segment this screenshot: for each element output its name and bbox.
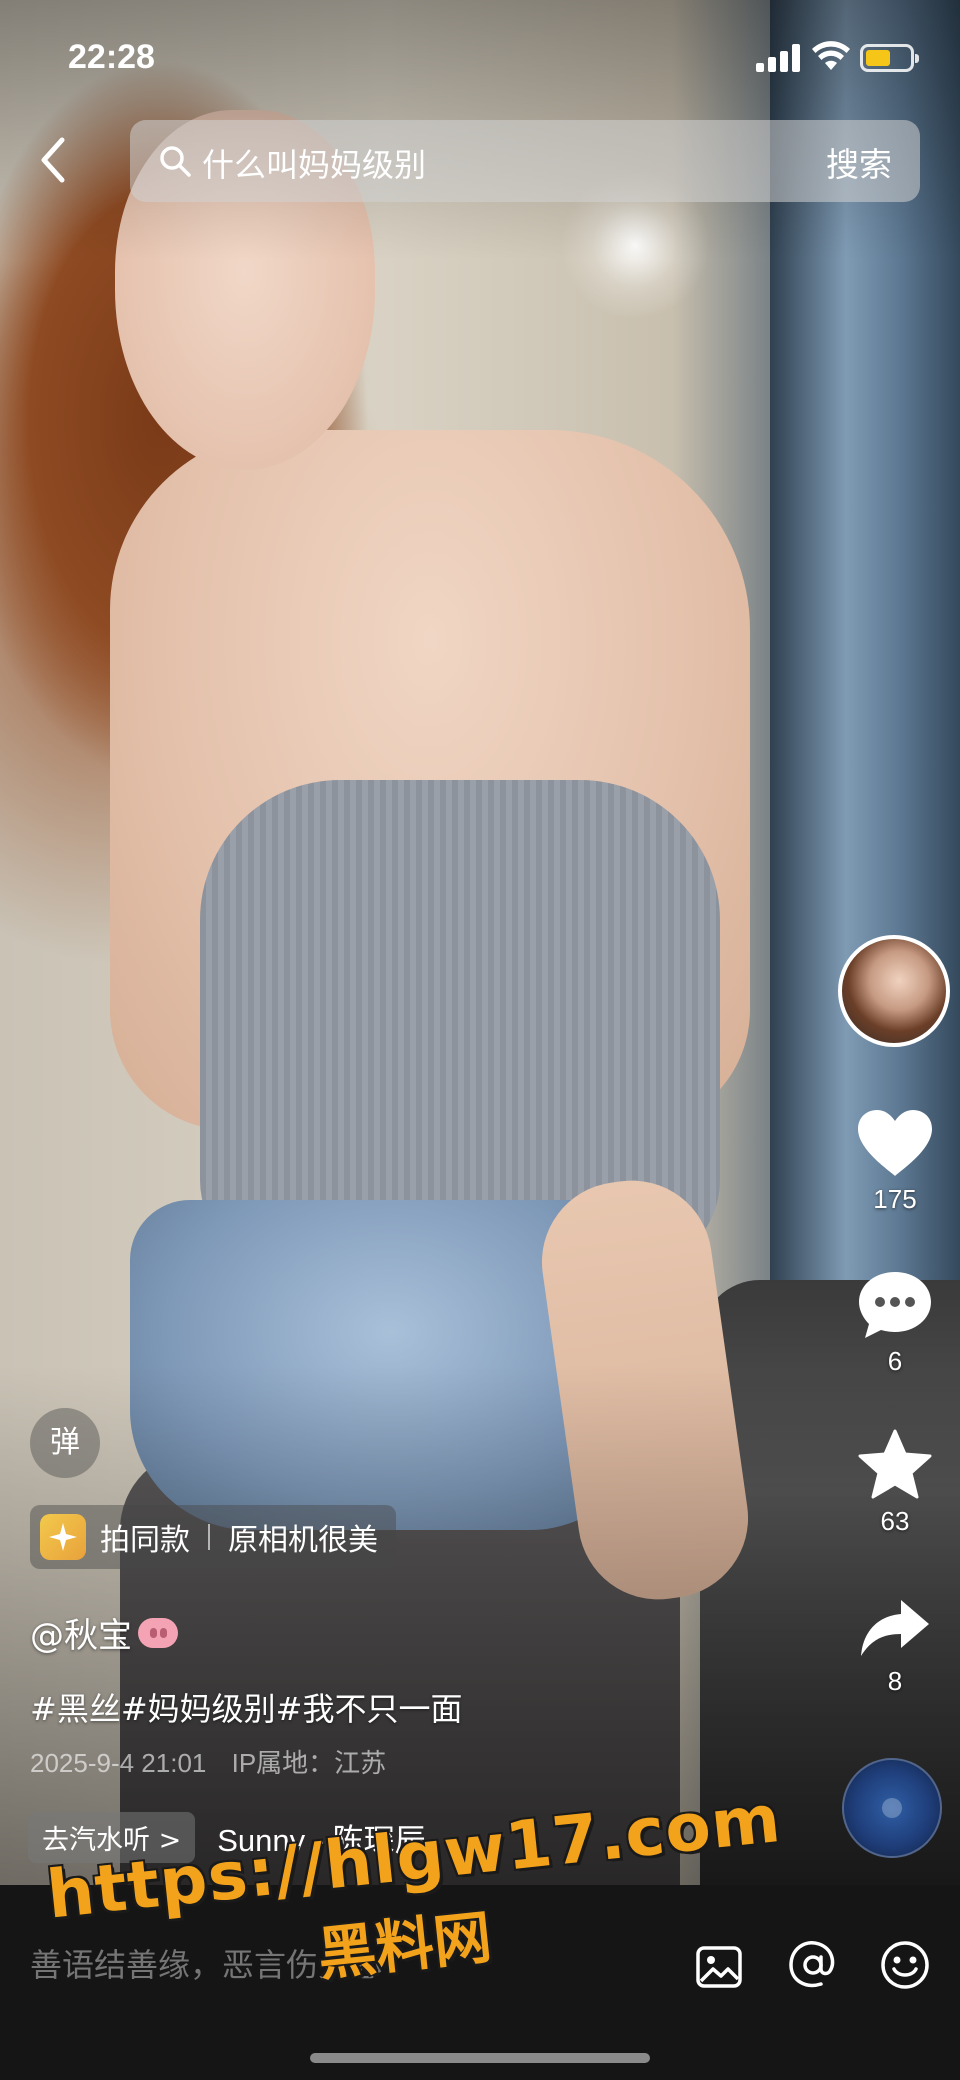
heart-icon: [858, 1110, 932, 1176]
share-arrow-icon: [861, 1600, 929, 1656]
comment-bubble-icon: [859, 1272, 931, 1338]
listen-in-qishui-chip[interactable]: 去汽水听 >: [28, 1812, 196, 1863]
favorite-button[interactable]: 63: [840, 1428, 950, 1537]
video-player[interactable]: [0, 0, 960, 1885]
comment-button[interactable]: 6: [840, 1268, 950, 1377]
home-indicator[interactable]: [310, 2053, 650, 2063]
music-row[interactable]: 去汽水听 > Sunny - 陈琛辰: [28, 1812, 426, 1863]
at-mention-icon[interactable]: [787, 1939, 839, 1991]
search-icon: [160, 146, 191, 177]
wifi-icon: [812, 41, 850, 70]
author-row[interactable]: @秋宝: [30, 1608, 178, 1657]
video-caption[interactable]: #黑丝#妈妈级别#我不只一面: [30, 1684, 462, 1730]
music-disc[interactable]: [842, 1758, 942, 1858]
search-button[interactable]: 搜索: [826, 138, 892, 186]
template-chip[interactable]: 拍同款 原相机很美: [30, 1505, 396, 1569]
battery-level: [866, 50, 890, 66]
author-name[interactable]: @秋宝: [30, 1608, 132, 1657]
battery-icon: [860, 44, 919, 72]
template-effect-label: 原相机很美: [228, 1523, 378, 1558]
share-button[interactable]: 8: [840, 1596, 950, 1697]
status-bar: 22:28: [0, 0, 960, 110]
like-button[interactable]: 175: [840, 1108, 950, 1215]
image-icon[interactable]: [695, 1943, 743, 1991]
creator-avatar[interactable]: [838, 935, 950, 1047]
chevron-left-icon: [41, 137, 65, 183]
comment-input[interactable]: [30, 1935, 650, 1995]
star-icon: [858, 1429, 932, 1499]
danmu-toggle-button[interactable]: 弹: [30, 1408, 100, 1478]
post-date: 2025-9-4 21:01: [30, 1748, 207, 1778]
status-time: 22:28: [68, 38, 155, 76]
cellular-signal-icon: [756, 44, 802, 72]
share-count: 8: [887, 1666, 903, 1696]
sparkle-icon: [40, 1514, 86, 1560]
template-action-label: 拍同款: [100, 1523, 190, 1558]
pig-nose-emoji-icon: [138, 1617, 178, 1648]
divider: [208, 1524, 210, 1550]
like-count: 175: [873, 1184, 917, 1214]
music-title[interactable]: Sunny - 陈琛辰: [217, 1815, 425, 1860]
comment-count: 6: [887, 1346, 903, 1376]
emoji-smile-icon[interactable]: [879, 1939, 931, 1991]
post-meta: 2025-9-4 21:01 IP属地：江苏: [30, 1743, 386, 1780]
search-query[interactable]: 什么叫妈妈级别: [202, 140, 426, 186]
search-bar[interactable]: 什么叫妈妈级别 搜索: [130, 120, 920, 202]
comment-bar: [0, 1885, 960, 2080]
favorite-count: 63: [880, 1506, 910, 1536]
ip-location: IP属地：江苏: [231, 1748, 387, 1778]
back-button[interactable]: [30, 130, 80, 190]
